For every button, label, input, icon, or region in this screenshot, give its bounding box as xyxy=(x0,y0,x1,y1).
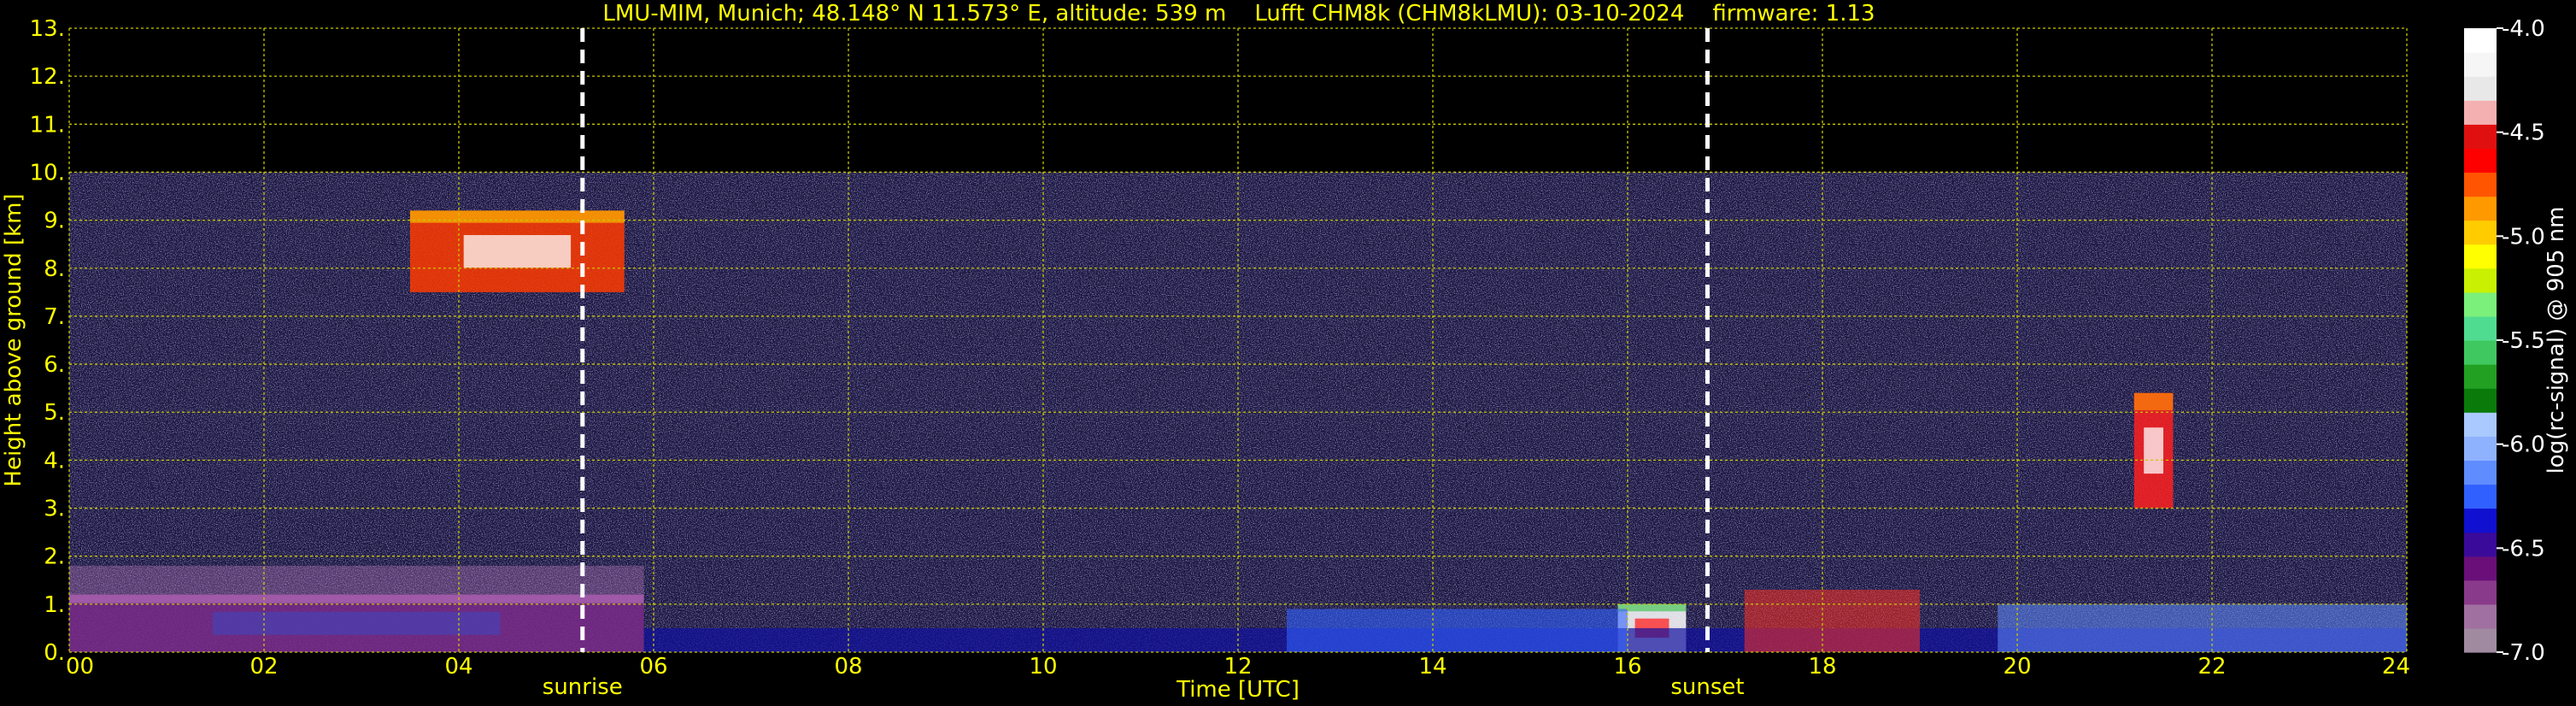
y-tick-label: 9. xyxy=(44,209,65,234)
x-tick-label: 08 xyxy=(834,654,862,680)
colorbar-segment xyxy=(2464,603,2497,629)
ceilometer-chart: sunrise sunset 00 02 04 06 08 10 12 14 16 18 20 22 24… xyxy=(1,1,2569,703)
colorbar-segment xyxy=(2464,556,2497,581)
x-tick-labels: 00 02 04 06 08 10 12 14 16 18 20 22 24 xyxy=(66,654,2410,680)
colorbar-segment xyxy=(2464,508,2497,533)
y-tick-label: 4. xyxy=(44,448,65,474)
boundary-layer-night xyxy=(1998,603,2407,652)
colorbar-segment xyxy=(2464,627,2497,653)
colorbar-tick-label: -7.0 xyxy=(2502,640,2545,666)
y-tick-label: 1. xyxy=(44,592,65,618)
x-tick-label: 20 xyxy=(2003,654,2031,680)
colorbar-segment xyxy=(2464,172,2497,197)
y-tick-label: 0. xyxy=(44,640,65,666)
y-tick-label: 13. xyxy=(30,16,65,42)
colorbar-segment xyxy=(2464,580,2497,605)
colorbar-tick-label: -6.0 xyxy=(2502,432,2545,458)
sunset-label: sunset xyxy=(1670,674,1744,700)
chart-title: LMU-MIM, Munich; 48.148° N 11.573° E, al… xyxy=(602,1,1875,26)
x-tick-label: 06 xyxy=(639,654,667,680)
y-tick-label: 5. xyxy=(44,400,65,426)
colorbar-segment xyxy=(2464,460,2497,485)
colorbar-segment xyxy=(2464,220,2497,245)
y-tick-label: 7. xyxy=(44,304,65,330)
feature-core xyxy=(463,235,572,268)
colorbar-segment xyxy=(2464,340,2497,365)
colorbar-segment xyxy=(2464,436,2497,461)
colorbar-segment xyxy=(2464,196,2497,221)
colorbar-segment xyxy=(2464,484,2497,509)
y-tick-label: 11. xyxy=(30,112,65,138)
colorbar-segment xyxy=(2464,291,2497,317)
boundary-layer-midday xyxy=(1287,609,1628,652)
feature-edge xyxy=(410,210,625,223)
boundary-layer-cloud-evening xyxy=(1744,590,1920,652)
y-tick-label: 6. xyxy=(44,352,65,378)
colorbar-segment xyxy=(2464,268,2497,293)
x-tick-label: 18 xyxy=(1808,654,1836,680)
feature-core xyxy=(2144,427,2163,474)
feature-core xyxy=(213,611,501,635)
colorbar-segment xyxy=(2464,532,2497,557)
colorbar-segment xyxy=(2464,315,2497,341)
colorbar-tick-label: -4.5 xyxy=(2502,121,2545,146)
sunrise-label: sunrise xyxy=(543,674,623,700)
x-axis-label: Time [UTC] xyxy=(1176,677,1300,703)
y-tick-label: 3. xyxy=(44,497,65,522)
colorbar-tick-label: -5.5 xyxy=(2502,328,2545,354)
residual-layer xyxy=(69,565,644,595)
x-tick-label: 24 xyxy=(2382,654,2410,680)
feature-edge xyxy=(2133,392,2174,410)
y-axis-label: Height above ground [km] xyxy=(1,193,26,486)
colorbar-segment xyxy=(2464,244,2497,269)
colorbar-segment xyxy=(2464,364,2497,389)
colorbar xyxy=(2464,28,2497,653)
colorbar-segment xyxy=(2464,52,2497,77)
y-tick-label: 12. xyxy=(30,64,65,90)
colorbar-segment xyxy=(2464,412,2497,437)
colorbar-tick-labels: -4.0 -4.5 -5.0 -5.5 -6.0 -6.5 -7.0 xyxy=(2497,16,2545,666)
x-tick-label: 14 xyxy=(1418,654,1446,680)
colorbar-tick-label: -6.5 xyxy=(2502,536,2545,562)
x-tick-label: 00 xyxy=(66,654,94,680)
colorbar-tick-label: -5.0 xyxy=(2502,224,2545,250)
colorbar-segment xyxy=(2464,100,2497,125)
x-tick-label: 22 xyxy=(2198,654,2226,680)
y-tick-labels: 0. 1. 2. 3. 4. 5. 6. 7. 8. 9. 10. 11. 12. 13. xyxy=(30,16,65,666)
x-tick-label: 16 xyxy=(1613,654,1641,680)
y-tick-label: 10. xyxy=(30,160,65,185)
y-tick-label: 8. xyxy=(44,256,65,282)
y-tick-label: 2. xyxy=(44,544,65,570)
colorbar-segment xyxy=(2464,76,2497,101)
x-tick-label: 12 xyxy=(1223,654,1252,680)
x-tick-label: 10 xyxy=(1029,654,1057,680)
colorbar-segment xyxy=(2464,388,2497,413)
colorbar-segment xyxy=(2464,148,2497,174)
colorbar-segment xyxy=(2464,28,2497,53)
x-tick-label: 02 xyxy=(249,654,278,680)
colorbar-segment xyxy=(2464,124,2497,149)
colorbar-tick-label: -4.0 xyxy=(2502,16,2545,42)
x-tick-label: 04 xyxy=(444,654,472,680)
colorbar-label: log(rc-signal) @ 905 nm xyxy=(2544,207,2569,474)
feature-edge xyxy=(69,594,644,603)
